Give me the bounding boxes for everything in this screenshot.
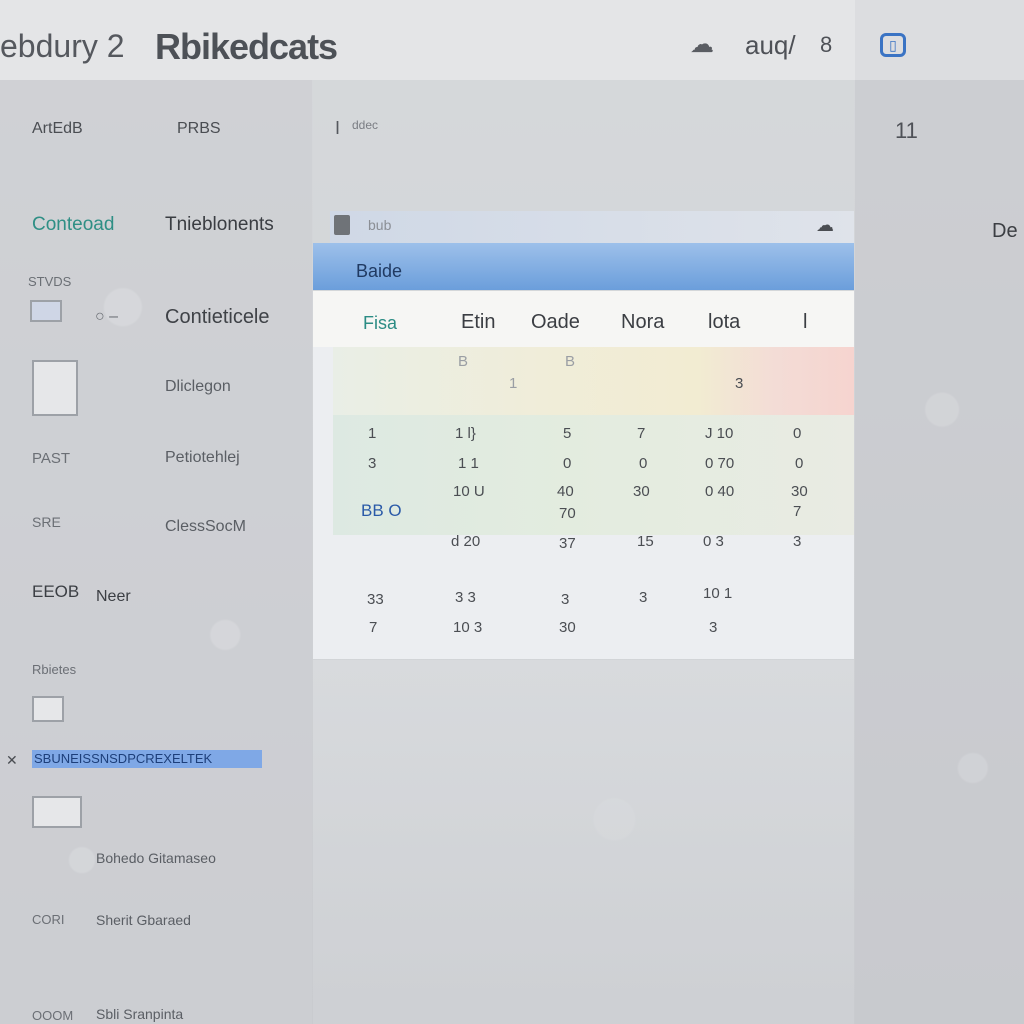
cloud-icon[interactable]: ☁ bbox=[690, 30, 714, 59]
toolbar-label[interactable]: auq/ bbox=[745, 30, 796, 61]
main-caption: ddec bbox=[352, 118, 379, 132]
column-header[interactable]: Fisa bbox=[363, 313, 397, 334]
window-icon[interactable]: ▯ bbox=[880, 33, 906, 57]
calendar-header-label: Baide bbox=[356, 261, 403, 281]
table-cell[interactable]: 3 bbox=[368, 455, 376, 472]
right-panel-text: De bbox=[992, 220, 1018, 242]
sidebar-section[interactable]: Tnieblonents bbox=[165, 214, 274, 236]
table-cell[interactable]: 0 bbox=[795, 455, 803, 472]
table-cell[interactable]: 3 3 bbox=[455, 589, 476, 606]
table-cell[interactable]: 1 1 bbox=[458, 455, 479, 472]
table-cell[interactable]: 30 bbox=[559, 619, 576, 636]
table-cell[interactable]: 3 bbox=[709, 619, 717, 636]
table-cell[interactable]: 7 bbox=[637, 425, 645, 442]
table-cell[interactable]: 3 bbox=[793, 533, 801, 550]
sidebar-item-selected[interactable]: SBUNEISSNSDPCREXELTEK bbox=[32, 750, 262, 768]
table-header: Fisa Etin Oade Nora lota l bbox=[313, 291, 854, 347]
table-cell[interactable]: 0 40 bbox=[705, 483, 734, 500]
table-cell[interactable]: 0 70 bbox=[705, 455, 734, 472]
table-cell[interactable]: 0 bbox=[639, 455, 647, 472]
table-cell[interactable]: 15 bbox=[637, 533, 654, 550]
table-cell[interactable]: 3 bbox=[639, 589, 647, 606]
title-bar: ebdury 2 Rbikedcats ☁ auq/ 8 bbox=[0, 0, 855, 80]
title-bar-right: ▯ bbox=[855, 0, 1024, 80]
sidebar-item-caption: Rbietes bbox=[32, 662, 77, 677]
close-icon[interactable]: ✕ bbox=[6, 752, 18, 769]
sidebar-item-label[interactable]: Neer bbox=[96, 588, 131, 606]
table-cell[interactable]: BB O bbox=[361, 501, 402, 521]
main-lower-area bbox=[313, 660, 854, 1024]
table-cell[interactable]: 70 bbox=[559, 505, 576, 522]
table-cell[interactable]: 1 bbox=[509, 375, 517, 392]
highlight-band bbox=[333, 347, 854, 415]
sidebar-item-caption: CORI bbox=[32, 912, 65, 927]
sidebar-item-caption: EEOB bbox=[32, 582, 80, 601]
table-cell[interactable]: 10 1 bbox=[703, 585, 732, 602]
column-header[interactable]: Nora bbox=[621, 311, 664, 334]
table-cell[interactable]: B bbox=[458, 353, 468, 370]
table-cell[interactable]: 10 U bbox=[453, 483, 485, 500]
table-cell[interactable]: 7 bbox=[369, 619, 377, 636]
app-title: Rbikedcats bbox=[155, 26, 338, 67]
calendar-toolbar: bub ☁ bbox=[330, 211, 854, 243]
sidebar-item-icon: ○ – bbox=[95, 308, 119, 325]
sidebar-item-label[interactable]: Sherit Gbaraed bbox=[96, 912, 191, 928]
table-cell[interactable]: B bbox=[565, 353, 575, 370]
app-left-text: ebdury 2 bbox=[0, 28, 125, 64]
table-cell[interactable]: 30 bbox=[633, 483, 650, 500]
table-cell[interactable]: 37 bbox=[559, 535, 576, 552]
sidebar-item-label[interactable]: Dliclegon bbox=[165, 378, 231, 396]
table-cell[interactable]: 33 bbox=[367, 591, 384, 608]
table-cell[interactable]: 0 3 bbox=[703, 533, 724, 550]
sidebar-thumb bbox=[32, 696, 64, 722]
calendar-toolbar-label: bub bbox=[368, 217, 392, 233]
sidebar-item-caption: PAST bbox=[32, 450, 71, 467]
table-cell[interactable]: 3 bbox=[561, 591, 569, 608]
column-header[interactable]: lota bbox=[708, 311, 740, 334]
table-cell[interactable]: 0 bbox=[793, 425, 801, 442]
table-cell[interactable]: 5 bbox=[563, 425, 571, 442]
highlight-band bbox=[333, 415, 854, 535]
table-cell[interactable]: 3 bbox=[735, 375, 743, 392]
sidebar-section-active[interactable]: Conteoad bbox=[32, 214, 114, 236]
right-panel-label: 11 bbox=[895, 118, 918, 143]
column-header[interactable]: Oade bbox=[531, 311, 580, 334]
table-cell[interactable]: 1 l} bbox=[455, 425, 476, 442]
sidebar-tab-2[interactable]: PRBS bbox=[177, 120, 221, 138]
sidebar-thumb bbox=[30, 300, 62, 322]
calendar-table: Fisa Etin Oade Nora lota l B B 1 3 1 1 l… bbox=[313, 291, 854, 659]
table-cell[interactable]: 7 bbox=[793, 503, 801, 520]
column-header[interactable]: l bbox=[803, 311, 807, 334]
text-cursor-icon: I bbox=[335, 118, 341, 138]
sidebar-thumb bbox=[32, 796, 82, 828]
sidebar-item-caption: STVDS bbox=[28, 274, 72, 289]
sidebar-tab-1[interactable]: ArtEdB bbox=[32, 120, 83, 138]
sidebar-item-label[interactable]: Bohedo Gitamaseo bbox=[96, 850, 216, 866]
sidebar-item-caption: OOOM bbox=[32, 1008, 74, 1023]
sidebar-item-label[interactable]: Sbli Sranpinta bbox=[96, 1006, 183, 1022]
table-cell[interactable]: 0 bbox=[563, 455, 571, 472]
table-cell[interactable]: J 10 bbox=[705, 425, 733, 442]
calendar-header-bar[interactable]: Baide bbox=[313, 243, 854, 290]
column-header[interactable]: Etin bbox=[461, 311, 495, 334]
table-cell[interactable]: 1 bbox=[368, 425, 376, 442]
table-cell[interactable]: 30 bbox=[791, 483, 808, 500]
table-cell[interactable]: 10 3 bbox=[453, 619, 482, 636]
cloud-icon[interactable]: ☁ bbox=[816, 215, 834, 236]
calendar-icon[interactable] bbox=[334, 215, 350, 235]
sidebar-item-label[interactable]: Petiotehlej bbox=[165, 449, 240, 467]
table-cell[interactable]: d 20 bbox=[451, 533, 480, 550]
table-cell[interactable]: 40 bbox=[557, 483, 574, 500]
sidebar-thumb bbox=[32, 360, 78, 416]
sidebar-item-label[interactable]: Contieticele bbox=[165, 306, 270, 329]
sidebar-item-caption: SRE bbox=[32, 514, 61, 530]
toolbar-stat: 8 bbox=[820, 32, 833, 57]
sidebar-item-label[interactable]: ClessSocM bbox=[165, 518, 246, 536]
